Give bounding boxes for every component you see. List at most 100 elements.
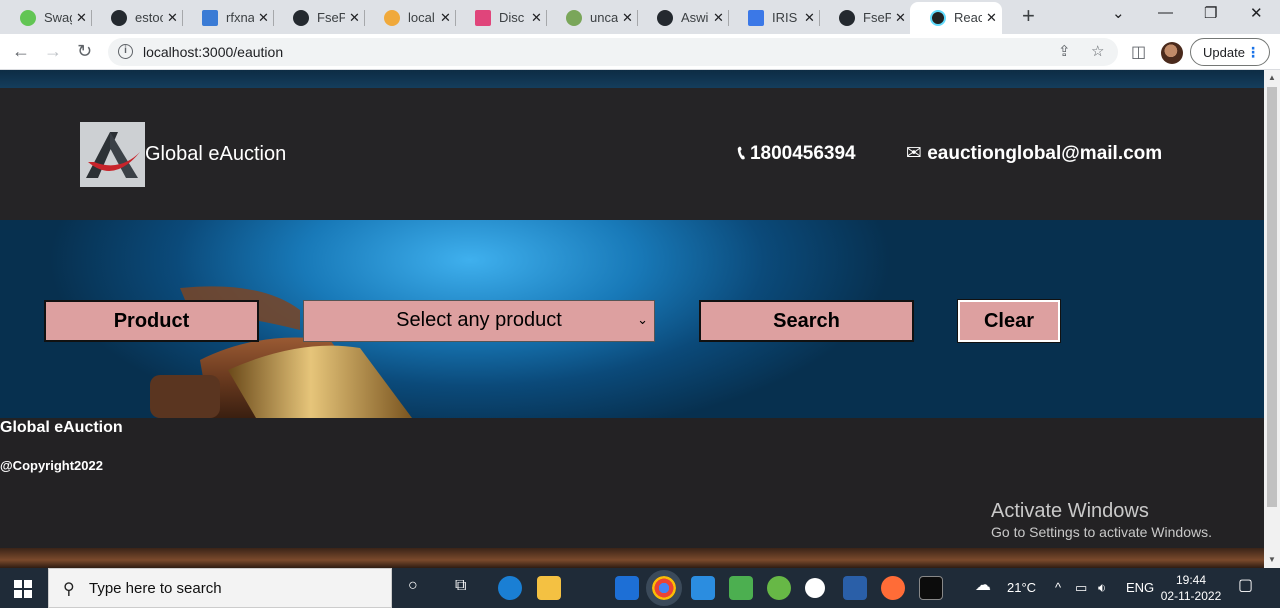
reload-icon[interactable]: ↻ <box>77 41 92 61</box>
terminal-icon[interactable] <box>919 576 943 600</box>
close-icon[interactable]: ✕ <box>76 10 87 26</box>
browser-tab[interactable]: FseP ✕ <box>819 2 911 34</box>
taskbar-search-box[interactable]: ⚲ Type here to search <box>48 568 392 608</box>
site-info-icon[interactable]: i <box>118 44 133 59</box>
windows-start-icon[interactable] <box>14 580 32 598</box>
language-indicator[interactable]: ENG <box>1126 580 1154 596</box>
new-tab-button[interactable]: + <box>1022 5 1035 27</box>
product-select[interactable]: Select any product ⌄ <box>303 300 655 342</box>
browser-tab[interactable]: Swag ✕ <box>0 2 92 34</box>
github-icon <box>111 10 127 26</box>
browser-tab[interactable]: Aswi ✕ <box>637 2 729 34</box>
tab-search-icon[interactable]: ⌄ <box>1112 4 1125 22</box>
back-icon[interactable]: ← <box>12 41 30 61</box>
tab-title: rfxna <box>226 10 254 25</box>
tab-favicon-icon <box>475 10 491 26</box>
volume-icon[interactable]: 🔉︎ <box>1098 580 1106 596</box>
site-logo[interactable] <box>80 122 145 187</box>
minimize-icon[interactable]: — <box>1158 4 1173 21</box>
browser-tab[interactable]: estoc ✕ <box>91 2 183 34</box>
browser-tab[interactable]: Disc ✕ <box>455 2 547 34</box>
close-icon[interactable]: ✕ <box>713 10 724 26</box>
watermark-line-1: Activate Windows <box>991 500 1149 522</box>
visual-studio-icon[interactable] <box>843 576 867 600</box>
browser-tab[interactable]: unca ✕ <box>546 2 638 34</box>
close-icon[interactable]: ✕ <box>258 10 269 26</box>
tab-title: unca <box>590 10 618 25</box>
tab-favicon-icon <box>566 10 582 26</box>
footer-wood-strip <box>0 548 1264 568</box>
task-view-icon[interactable]: ⧉ <box>455 578 466 594</box>
email-address: eauctionglobal@mail.com <box>927 143 1163 164</box>
phone-contact: 📞︎ 1800456394 <box>738 143 856 165</box>
tab-favicon-icon <box>20 10 36 26</box>
email-contact: ✉︎ eauctionglobal@mail.com <box>906 143 1162 165</box>
github-icon <box>839 10 855 26</box>
close-icon[interactable]: ✕ <box>531 10 542 26</box>
profile-avatar[interactable] <box>1161 42 1183 64</box>
scrollbar-thumb[interactable] <box>1267 87 1277 507</box>
browser-tab[interactable]: rfxna ✕ <box>182 2 274 34</box>
menu-dots-icon[interactable]: ⋮ <box>1246 44 1260 61</box>
product-label-button[interactable]: Product <box>44 300 259 342</box>
window-close-icon[interactable]: ✕ <box>1250 4 1263 22</box>
tab-favicon-icon <box>384 10 400 26</box>
notifications-icon[interactable]: ▢ <box>1238 578 1253 594</box>
mongodb-icon[interactable] <box>805 578 825 598</box>
weather-icon[interactable]: ☁ <box>975 578 991 594</box>
site-brand-name[interactable]: Global eAuction <box>145 143 286 165</box>
address-bar[interactable]: i localhost:3000/eaution ⇪ ☆ <box>108 38 1118 66</box>
search-button[interactable]: Search <box>699 300 914 342</box>
vscode-icon[interactable] <box>691 576 715 600</box>
browser-tab[interactable]: FseP ✕ <box>273 2 365 34</box>
scroll-up-icon[interactable]: ▲ <box>1268 73 1276 82</box>
browser-tab[interactable]: local ✕ <box>364 2 456 34</box>
cortana-icon[interactable]: ○ <box>408 578 418 594</box>
close-icon[interactable]: ✕ <box>167 10 178 26</box>
tab-title: Swag <box>44 10 72 25</box>
close-icon[interactable]: ✕ <box>986 10 997 26</box>
taskbar-clock[interactable]: 19:44 02-11-2022 <box>1160 572 1222 604</box>
close-icon[interactable]: ✕ <box>804 10 815 26</box>
spring-tools-icon[interactable] <box>767 576 791 600</box>
close-icon[interactable]: ✕ <box>440 10 451 26</box>
edge-icon[interactable] <box>498 576 522 600</box>
weather-temp[interactable]: 21°C <box>1007 580 1036 596</box>
logo-mark-icon <box>80 122 145 187</box>
update-label: Update <box>1203 45 1245 60</box>
site-footer: Global eAuction @Copyright2022 <box>0 418 1264 568</box>
url-text[interactable]: localhost:3000/eaution <box>143 44 283 60</box>
tab-title: FseP <box>317 10 345 25</box>
scroll-down-icon[interactable]: ▼ <box>1268 555 1276 564</box>
close-icon[interactable]: ✕ <box>895 10 906 26</box>
browser-tab-strip: Swag ✕ estoc ✕ rfxna ✕ FseP ✕ local ✕ Di… <box>0 0 1280 34</box>
side-panel-icon[interactable]: ◫ <box>1131 42 1146 62</box>
file-explorer-icon[interactable] <box>537 576 561 600</box>
restore-icon[interactable]: ❐ <box>1204 4 1217 22</box>
mail-icon[interactable] <box>615 576 639 600</box>
tray-chevron-icon[interactable]: ^ <box>1055 580 1061 596</box>
tab-title: IRIS <box>772 10 798 25</box>
search-icon: ⚲ <box>63 581 75 598</box>
postman-icon[interactable] <box>881 576 905 600</box>
update-button[interactable]: Update ⋮ <box>1190 38 1270 66</box>
github-icon <box>657 10 673 26</box>
clear-button-label: Clear <box>983 310 1035 332</box>
network-icon[interactable]: ▭ <box>1075 580 1087 596</box>
phone-icon: 📞︎ <box>738 143 745 164</box>
top-banner-strip <box>0 70 1264 88</box>
bookmark-star-icon[interactable]: ☆ <box>1091 42 1104 60</box>
browser-tab-active[interactable]: Reac ✕ <box>910 2 1002 34</box>
close-icon[interactable]: ✕ <box>622 10 633 26</box>
excel-icon[interactable] <box>729 576 753 600</box>
chrome-icon[interactable] <box>646 570 682 606</box>
page-scrollbar[interactable]: ▲ ▼ <box>1264 70 1280 568</box>
tab-title: FseP <box>863 10 891 25</box>
tab-title: local <box>408 10 435 25</box>
clear-button[interactable]: Clear <box>957 299 1061 343</box>
react-icon <box>930 10 946 26</box>
close-icon[interactable]: ✕ <box>349 10 360 26</box>
browser-tab[interactable]: IRIS ✕ <box>728 2 820 34</box>
share-icon[interactable]: ⇪ <box>1058 42 1071 60</box>
forward-icon[interactable]: → <box>44 41 62 61</box>
